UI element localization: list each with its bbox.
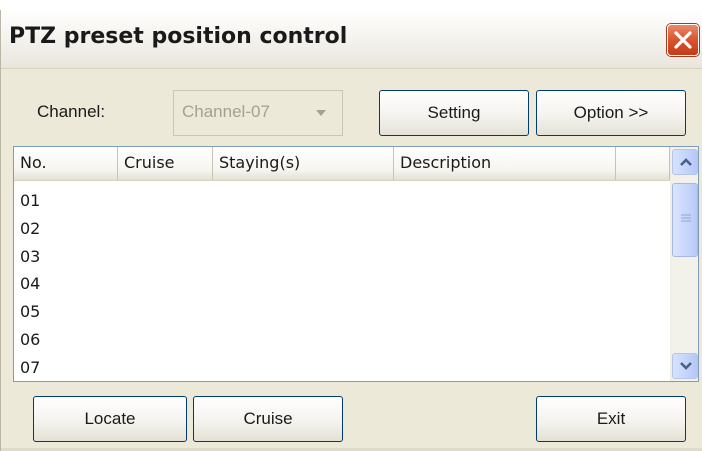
option-button[interactable]: Option >> [536, 90, 686, 136]
preset-list[interactable]: No. Cruise Staying(s) Description 01 02 … [13, 146, 699, 382]
list-item[interactable]: 07 [14, 354, 664, 381]
scroll-down-button[interactable] [672, 353, 698, 379]
vertical-scrollbar[interactable] [670, 147, 698, 381]
title-bar[interactable]: PTZ preset position control [1, 10, 702, 69]
exit-button[interactable]: Exit [536, 396, 686, 442]
list-item[interactable]: 02 [14, 215, 664, 243]
close-icon [674, 31, 692, 49]
chevron-down-icon [316, 110, 326, 116]
list-item[interactable]: 01 [14, 187, 664, 215]
grip-icon [681, 214, 691, 222]
chevron-up-icon [680, 158, 692, 166]
locate-button[interactable]: Locate [33, 396, 187, 442]
list-item[interactable]: 04 [14, 270, 664, 298]
setting-button[interactable]: Setting [379, 90, 529, 136]
column-header-description[interactable]: Description [394, 147, 616, 180]
list-header: No. Cruise Staying(s) Description [14, 147, 670, 181]
channel-select-value: Channel-07 [182, 102, 270, 121]
channel-label: Channel: [37, 102, 106, 121]
scroll-up-button[interactable] [672, 149, 698, 175]
list-item[interactable]: 03 [14, 243, 664, 271]
column-header-no[interactable]: No. [14, 147, 118, 180]
column-header-staying[interactable]: Staying(s) [213, 147, 394, 180]
column-header-cruise[interactable]: Cruise [118, 147, 213, 180]
list-body: 01 02 03 04 05 06 07 [14, 187, 664, 381]
scroll-thumb[interactable] [672, 183, 698, 257]
channel-select[interactable]: Channel-07 [173, 90, 343, 136]
close-button[interactable] [667, 24, 699, 56]
ptz-preset-dialog: PTZ preset position control Channel: Cha… [0, 10, 702, 451]
list-item[interactable]: 06 [14, 326, 664, 354]
dialog-title: PTZ preset position control [9, 24, 348, 49]
chevron-down-icon [680, 362, 692, 370]
cruise-button[interactable]: Cruise [193, 396, 343, 442]
list-item[interactable]: 05 [14, 298, 664, 326]
column-header-blank[interactable] [616, 147, 670, 180]
